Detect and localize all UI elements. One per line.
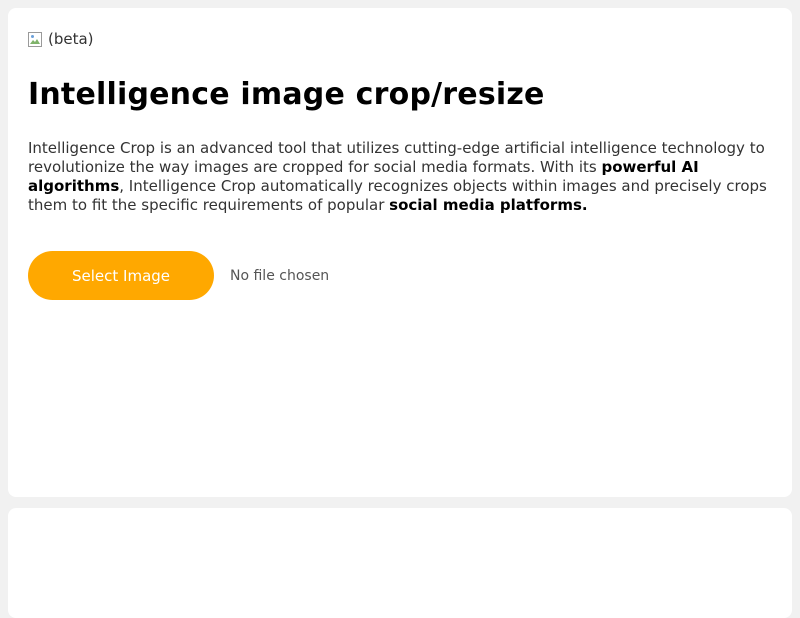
main-card: (beta) Intelligence image crop/resize In… xyxy=(8,8,792,497)
broken-image-icon xyxy=(28,31,42,47)
file-status-text: No file chosen xyxy=(230,267,330,284)
tool-description: Intelligence Crop is an advanced tool th… xyxy=(28,139,768,215)
description-bold-2: social media platforms. xyxy=(389,196,588,214)
select-image-button[interactable]: Select Image xyxy=(28,251,214,300)
beta-label: (beta) xyxy=(48,30,94,48)
secondary-card xyxy=(8,508,792,618)
beta-badge: (beta) xyxy=(28,30,772,48)
file-upload: Select Image No file chosen xyxy=(28,251,772,300)
page-title: Intelligence image crop/resize xyxy=(28,77,545,112)
